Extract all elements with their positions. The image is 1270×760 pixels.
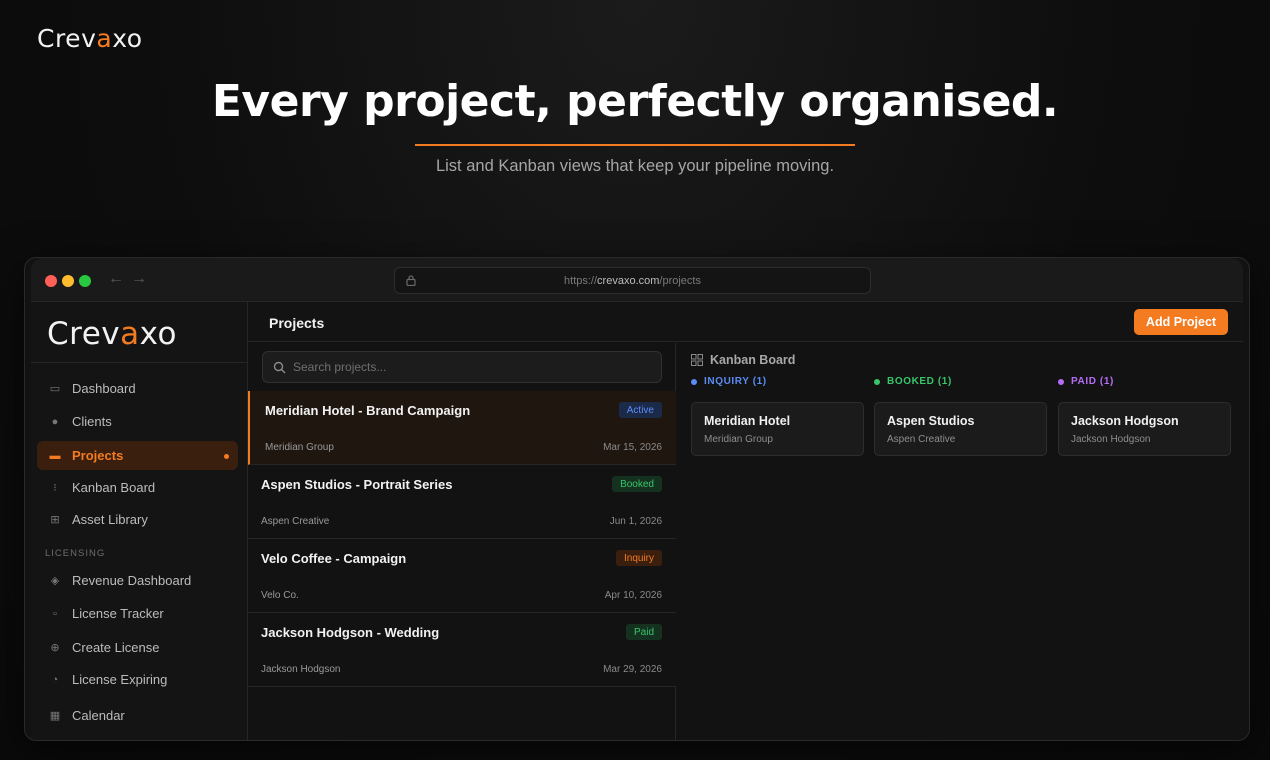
project-date: Mar 29, 2026 [603,664,662,675]
minimize-window-button[interactable] [62,275,74,287]
project-client: Meridian Group [265,442,334,453]
sidebar-item-label: Dashboard [72,381,136,396]
maximize-window-button[interactable] [79,275,91,287]
kanban-title: Kanban Board [710,353,796,367]
url-text: https://crevaxo.com/projects [564,275,701,287]
kanban-panel: Kanban Board INQUIRY (1) Meridian Hotel Me… [677,343,1243,740]
column-label: BOOKED (1) [887,376,952,387]
add-project-button[interactable]: Add Project [1134,309,1228,335]
forward-arrow-icon[interactable]: → [131,270,147,288]
address-bar[interactable]: https://crevaxo.com/projects [394,267,871,294]
search-icon [273,361,286,374]
sidebar-item-asset-library[interactable]: ⊞ Asset Library [37,505,238,534]
project-title: Aspen Studios - Portrait Series [261,477,453,492]
asset-library-icon: ⊞ [50,514,60,526]
sidebar-item-label: Asset Library [72,512,148,527]
project-row[interactable]: Aspen Studios - Portrait Series Booked Asp… [248,465,676,539]
project-row[interactable]: Jackson Hodgson - Wedding Paid Jackson Hod… [248,613,676,687]
main-header: Projects Add Project [248,302,1243,342]
kanban-card[interactable]: Jackson Hodgson Jackson Hodgson [1058,402,1231,456]
kanban-card[interactable]: Aspen Studios Aspen Creative [874,402,1047,456]
status-badge: Paid [625,624,662,640]
status-badge: Active [618,402,662,418]
project-date: Mar 15, 2026 [603,442,662,453]
projects-icon: ▬ [49,449,61,462]
hero-title: Every project, perfectly organised. [211,76,1059,127]
license-expiring-icon: ◔ [51,673,59,686]
kanban-card[interactable]: Meridian Hotel Meridian Group [691,402,864,456]
project-list: Meridian Hotel - Brand Campaign Active Mer… [248,343,676,740]
sidebar-logo[interactable]: Crevaxo [47,316,177,352]
kanban-column-header: INQUIRY (1) [691,376,767,387]
project-row[interactable]: Velo Coffee - Campaign Inquiry Velo Co. Apr… [248,539,676,613]
search-input[interactable] [293,352,653,382]
column-label: INQUIRY (1) [704,376,767,387]
column-label: PAID (1) [1071,376,1114,387]
sidebar-item-revenue-dashboard[interactable]: ◈ Revenue Dashboard [37,566,238,595]
sidebar-item-label: License Tracker [72,606,164,621]
card-subtitle: Jackson Hodgson [1071,434,1151,445]
create-license-icon: ⊕ [50,642,60,654]
kanban-icon: ⁝ [53,482,57,494]
brand-logo[interactable]: Crevaxo [37,24,143,53]
sidebar-item-label: Revenue Dashboard [72,573,192,588]
clients-icon: ● [51,415,59,428]
dashboard-icon: ▭ [49,383,61,395]
column-status-dot [691,378,697,385]
card-title: Aspen Studios [887,414,975,428]
browser-titlebar: ← → https://crevaxo.com/projects [31,258,1243,302]
project-client: Jackson Hodgson [261,664,341,675]
license-tracker-icon: ▫ [53,607,57,620]
hero-underline [415,144,855,146]
sidebar-item-label: Projects [72,448,124,463]
card-title: Meridian Hotel [704,414,791,428]
sidebar-divider [31,362,247,363]
browser-window: ← → https://crevaxo.com/projects Crevaxo… [24,257,1250,741]
project-client: Velo Co. [261,590,299,601]
sidebar-item-projects[interactable]: ▬ Projects [37,441,238,470]
project-date: Apr 10, 2026 [604,590,662,601]
status-badge: Booked [612,476,662,492]
calendar-icon: ▦ [49,710,61,722]
sidebar-item-license-tracker[interactable]: ▫ License Tracker [37,599,238,628]
revenue-icon: ◈ [50,575,60,587]
column-status-dot [874,378,880,385]
status-badge: Inquiry [615,550,662,566]
sidebar-item-calendar[interactable]: ▦ Calendar [37,701,238,730]
sidebar-item-label: Kanban Board [72,480,156,495]
project-title: Velo Coffee - Campaign [261,551,407,566]
card-subtitle: Aspen Creative [887,434,956,445]
kanban-column-header: PAID (1) [1058,376,1114,387]
hero-subtitle: List and Kanban views that keep your pip… [435,157,835,175]
kanban-grid-icon [691,354,703,366]
active-indicator [224,454,229,459]
close-window-button[interactable] [45,275,57,287]
sidebar-item-clients[interactable]: ● Clients [37,407,238,436]
section-label-licensing: LICENSING [45,548,106,559]
sidebar-item-label: Create License [72,640,160,655]
sidebar-item-kanban-board[interactable]: ⁝ Kanban Board [37,473,238,502]
sidebar-item-dashboard[interactable]: ▭ Dashboard [37,374,238,403]
sidebar: Crevaxo ▭ Dashboard ● Clients ▬ Projects ⁝ Kanb… [31,302,248,740]
project-date: Jun 1, 2026 [609,516,662,527]
column-status-dot [1058,378,1064,385]
project-row[interactable]: Meridian Hotel - Brand Campaign Active Mer… [248,391,676,465]
project-client: Aspen Creative [261,516,330,527]
page-title: Projects [269,315,325,331]
project-title: Meridian Hotel - Brand Campaign [265,403,471,418]
sidebar-item-license-expiring[interactable]: ◔ License Expiring [37,665,238,694]
sidebar-item-create-license[interactable]: ⊕ Create License [37,633,238,662]
kanban-column-header: BOOKED (1) [874,376,952,387]
search-box[interactable] [262,351,662,383]
project-title: Jackson Hodgson - Wedding [261,625,440,640]
sidebar-item-label: Calendar [72,708,125,723]
card-subtitle: Meridian Group [704,434,773,445]
card-title: Jackson Hodgson [1071,414,1179,428]
sidebar-item-label: Clients [72,414,112,429]
back-arrow-icon[interactable]: ← [108,270,124,288]
sidebar-item-label: License Expiring [72,672,168,687]
